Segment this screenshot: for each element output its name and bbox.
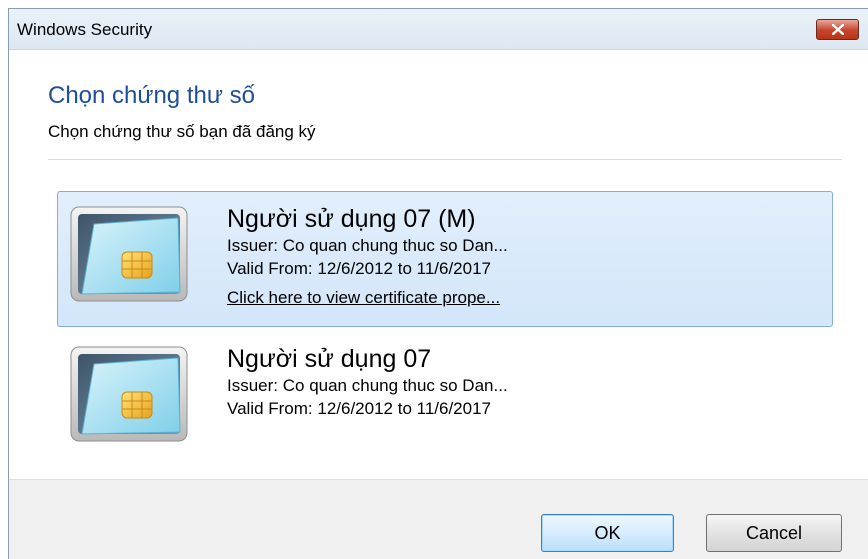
certificate-item-2[interactable]: Người sử dụng 07 Issuer: Co quan chung t… bbox=[57, 331, 833, 467]
dialog-footer: OK Cancel bbox=[9, 479, 868, 559]
title-bar: Windows Security bbox=[9, 9, 868, 50]
certificate-validity: Valid From: 12/6/2012 to 11/6/2017 bbox=[227, 399, 491, 418]
cancel-button[interactable]: Cancel bbox=[706, 514, 842, 552]
certificate-issuer: Issuer: Co quan chung thuc so Dan... bbox=[227, 236, 508, 255]
ok-button[interactable]: OK bbox=[541, 514, 674, 552]
certificate-validity: Valid From: 12/6/2012 to 11/6/2017 bbox=[227, 259, 491, 278]
dialog-subheading: Chọn chứng thư số bạn đã đăng ký bbox=[48, 122, 316, 141]
close-button[interactable] bbox=[816, 19, 859, 40]
certificate-name: Người sử dụng 07 bbox=[227, 345, 432, 373]
certificate-issuer: Issuer: Co quan chung thuc so Dan... bbox=[227, 376, 508, 395]
dialog-heading: Chọn chứng thư số bbox=[48, 82, 255, 109]
windows-security-dialog: Windows Security Chọn chứng thư số Chọn … bbox=[8, 8, 868, 559]
smart-card-icon bbox=[70, 346, 188, 442]
certificate-name: Người sử dụng 07 (M) bbox=[227, 205, 476, 233]
certificate-info: Người sử dụng 07 (M) Issuer: Co quan chu… bbox=[227, 204, 508, 311]
window-title: Windows Security bbox=[17, 20, 153, 39]
certificate-item-1[interactable]: Người sử dụng 07 (M) Issuer: Co quan chu… bbox=[57, 191, 833, 327]
separator bbox=[48, 159, 842, 160]
close-x-icon bbox=[832, 24, 844, 35]
view-certificate-properties-link[interactable]: Click here to view certificate prope... bbox=[227, 284, 508, 311]
smart-card-icon bbox=[70, 206, 188, 302]
certificate-info: Người sử dụng 07 Issuer: Co quan chung t… bbox=[227, 344, 508, 420]
